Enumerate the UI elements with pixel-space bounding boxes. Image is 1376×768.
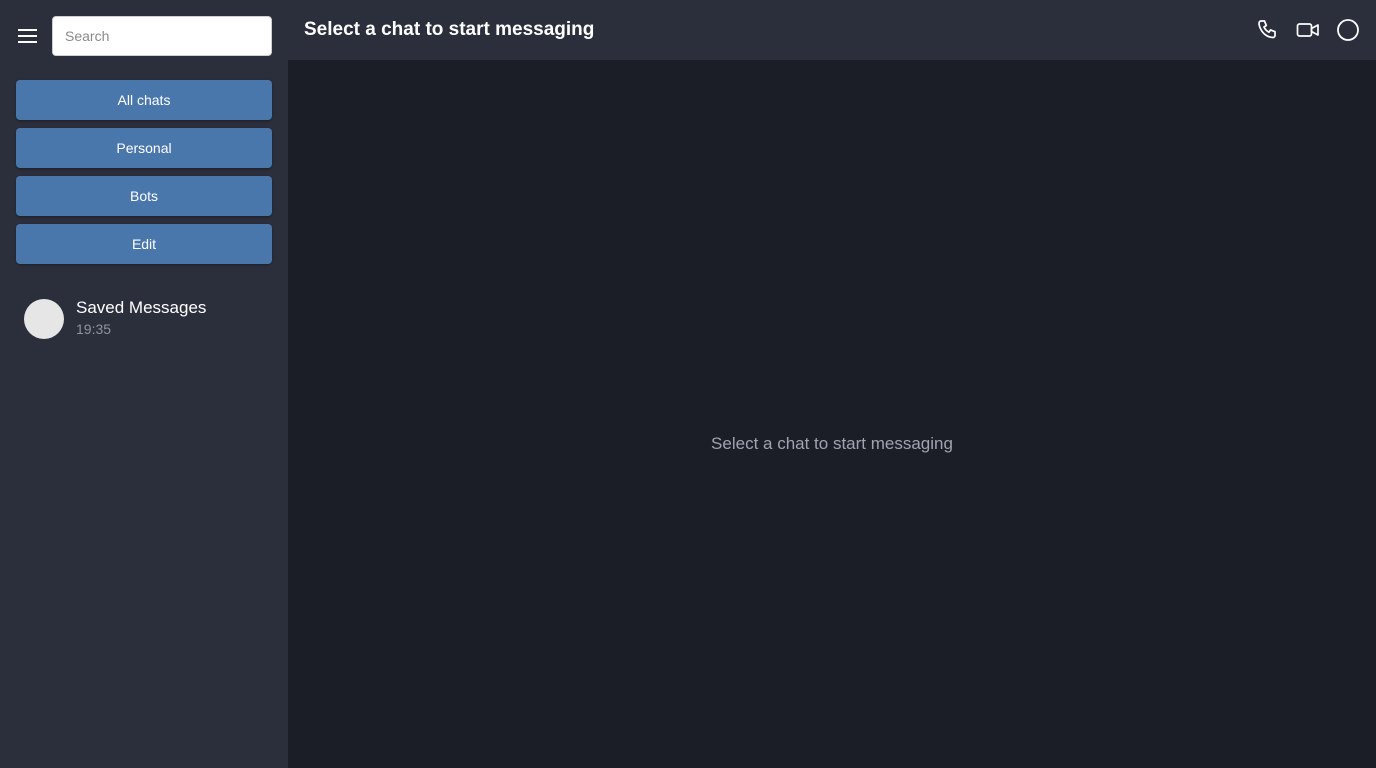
edit-folders-button[interactable]: Edit — [16, 224, 272, 264]
sidebar-top — [0, 0, 288, 56]
folder-all-chats-button[interactable]: All chats — [16, 80, 272, 120]
chat-content-area: Select a chat to start messaging — [288, 60, 1376, 768]
sidebar: All chats Personal Bots Edit Saved Messa… — [0, 0, 288, 768]
empty-state-message: Select a chat to start messaging — [711, 434, 953, 453]
video-camera-icon[interactable] — [1296, 18, 1320, 42]
header-actions — [1256, 18, 1360, 42]
folder-list: All chats Personal Bots Edit — [0, 56, 288, 264]
folder-bots-button[interactable]: Bots — [16, 176, 272, 216]
chat-time: 19:35 — [76, 321, 112, 337]
avatar — [24, 299, 64, 339]
chat-item-saved-messages[interactable]: Saved Messages 19:35 — [0, 288, 288, 350]
page-title: Select a chat to start messaging — [304, 19, 595, 40]
chat-list: Saved Messages 19:35 — [0, 264, 288, 350]
hamburger-menu-icon[interactable] — [18, 16, 44, 56]
app-window: All chats Personal Bots Edit Saved Messa… — [0, 0, 1376, 768]
chat-meta: Saved Messages 19:35 — [76, 298, 206, 340]
circle-icon[interactable] — [1336, 18, 1360, 42]
chat-name: Saved Messages — [76, 298, 207, 317]
main-panel: Select a chat to start messaging Select … — [288, 0, 1376, 768]
folder-personal-button[interactable]: Personal — [16, 128, 272, 168]
search-input[interactable] — [52, 16, 272, 56]
phone-icon[interactable] — [1256, 18, 1280, 42]
chat-header: Select a chat to start messaging — [288, 0, 1376, 60]
